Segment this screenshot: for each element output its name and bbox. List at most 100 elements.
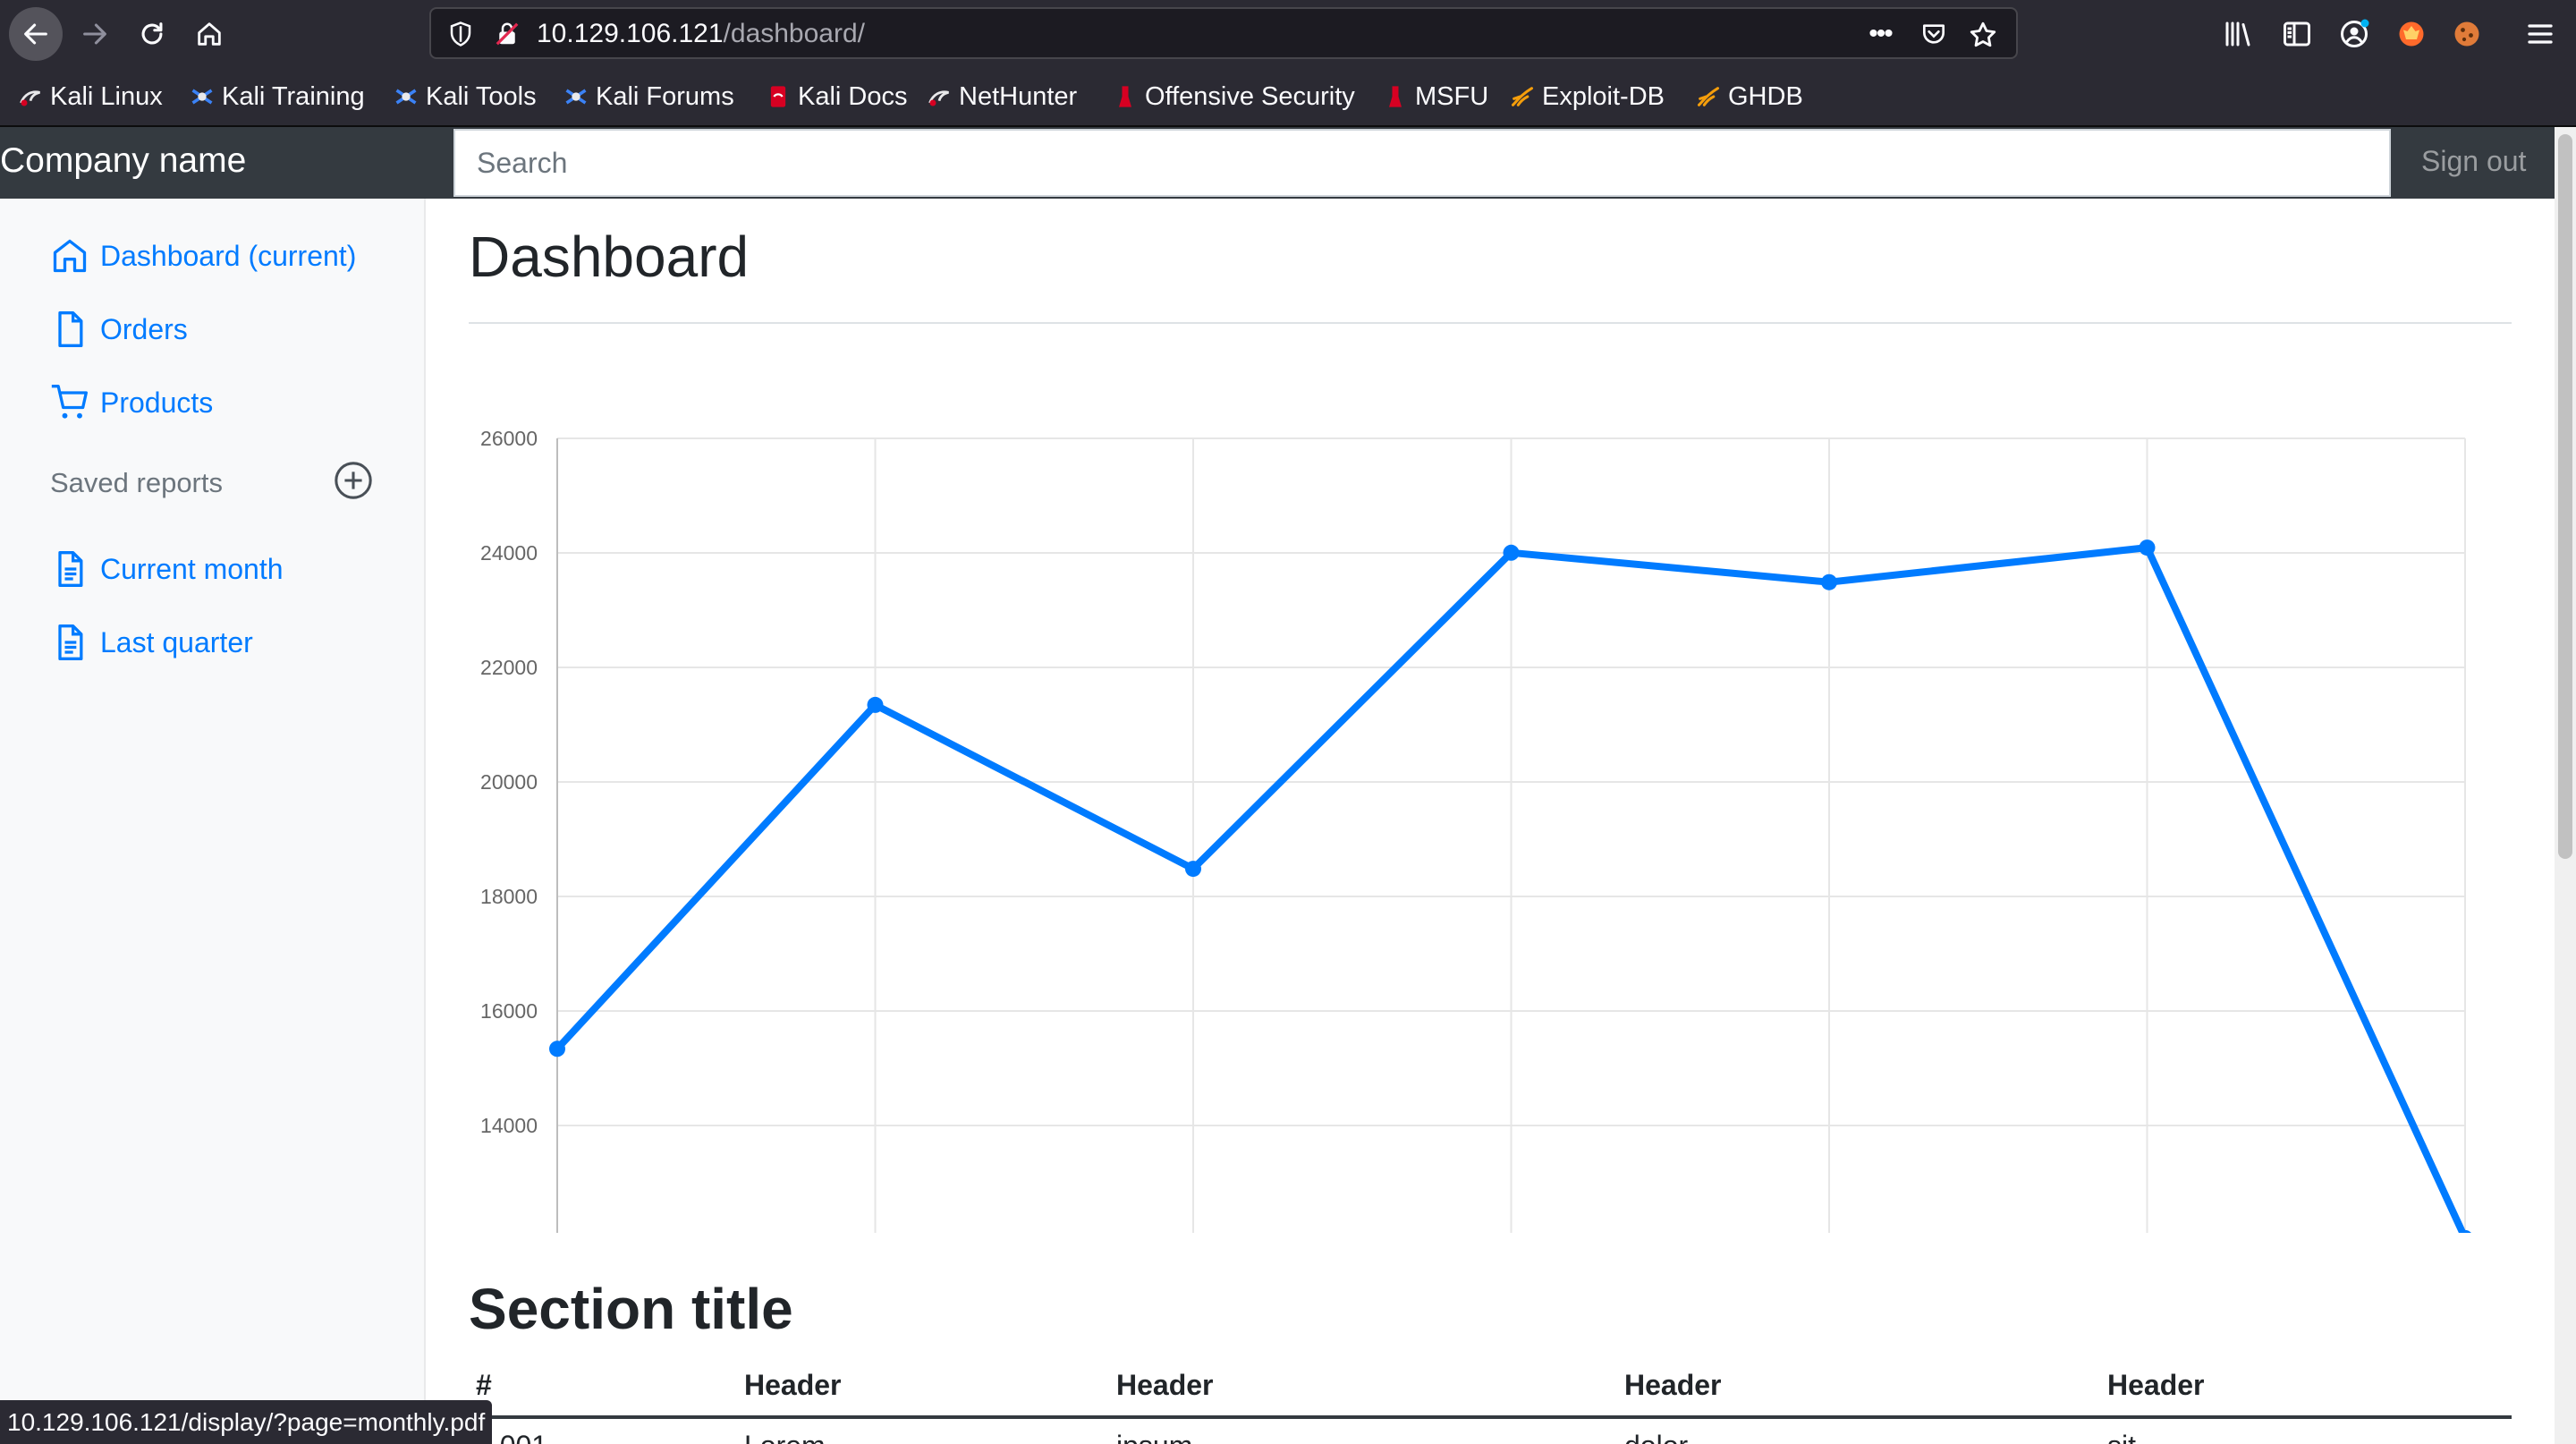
extension-cookie-icon[interactable] <box>2451 18 2483 50</box>
shopping-cart-icon <box>51 385 88 419</box>
data-point <box>1503 544 1520 561</box>
sidebar-item-label: Dashboard (current) <box>100 239 357 272</box>
browser-toolbar: 10.129.106.121/dashboard/ ••• <box>0 0 2576 68</box>
section-title: Section title <box>469 1277 793 1341</box>
line-chart: 12000 14000 16000 18000 20000 22000 24000 26000… <box>480 427 2471 1233</box>
bookmark-star-icon[interactable] <box>1968 20 1998 50</box>
bookmark-kali-linux[interactable]: Kali Linux <box>18 81 163 113</box>
page-scrollbar[interactable] <box>2555 127 2576 1444</box>
url-text[interactable]: 10.129.106.121/dashboard/ <box>537 19 865 49</box>
y-tick-label: 14000 <box>480 1114 538 1137</box>
report-last-quarter[interactable]: Last quarter <box>50 621 253 664</box>
link-status-tooltip: 10.129.106.121/display/?page=monthly.pdf <box>0 1400 493 1444</box>
reload-button[interactable] <box>125 7 179 61</box>
reload-icon <box>141 22 163 45</box>
y-tick-label: 12000 <box>480 1228 538 1233</box>
kali-docs-icon <box>770 86 786 107</box>
bookmark-nethunter[interactable]: NetHunter <box>927 81 1077 113</box>
plus-circle-icon[interactable] <box>333 460 374 501</box>
table-cell: Lorem <box>744 1430 826 1444</box>
bookmark-kali-training[interactable]: Kali Training <box>190 81 365 113</box>
arrow-left-icon <box>24 23 47 45</box>
url-bar[interactable]: 10.129.106.121/dashboard/ ••• <box>429 7 2018 59</box>
back-button[interactable] <box>9 7 63 61</box>
bookmark-offensive-security[interactable]: Offensive Security <box>1113 81 1355 113</box>
table-cell: dolor <box>1624 1430 1688 1444</box>
bookmark-label: Kali Forums <box>596 81 734 111</box>
page-title: Dashboard <box>469 225 750 289</box>
offsec-icon <box>1119 86 1131 107</box>
nethunter-icon <box>928 90 949 106</box>
report-current-month[interactable]: Current month <box>50 548 284 590</box>
kali-forums-icon <box>565 89 587 105</box>
sidebar-toggle-icon[interactable] <box>2281 18 2313 50</box>
sidebar-item-label: Products <box>100 386 214 419</box>
bookmarks-toolbar: Kali Linux Kali Training Kali Tools Kali… <box>0 68 2576 127</box>
bookmark-exploit-db[interactable]: Exploit-DB <box>1510 81 1665 113</box>
bookmark-label: Kali Tools <box>426 81 537 111</box>
arrow-right-icon <box>83 23 106 45</box>
home-button[interactable] <box>182 7 236 61</box>
title-divider <box>469 322 2512 324</box>
table-header: Header <box>1116 1369 1214 1401</box>
bookmark-kali-tools[interactable]: Kali Tools <box>394 81 537 113</box>
forward-button[interactable] <box>68 7 122 61</box>
kali-tools-icon <box>395 89 417 105</box>
pocket-icon[interactable] <box>1919 20 1948 48</box>
sidebar-item-orders[interactable]: Orders <box>50 308 188 351</box>
home-icon <box>198 22 221 46</box>
bookmark-label: Exploit-DB <box>1542 81 1665 111</box>
ghdb-icon <box>1697 87 1720 106</box>
y-tick-label: 24000 <box>480 541 538 565</box>
bookmark-label: Offensive Security <box>1145 81 1355 111</box>
web-page: Company name Sign out Dashboard (current… <box>0 127 2555 1444</box>
data-point <box>549 1041 565 1058</box>
sidebar-item-dashboard[interactable]: Dashboard (current) <box>50 234 356 277</box>
page-actions-menu-icon[interactable]: ••• <box>1864 20 1896 48</box>
home-icon <box>53 239 87 273</box>
data-point <box>867 696 884 713</box>
file-icon <box>58 311 83 347</box>
table-header-number: # <box>476 1369 492 1401</box>
sidebar-item-products[interactable]: Products <box>50 381 213 424</box>
bookmark-label: MSFU <box>1415 81 1489 111</box>
extension-fox-icon[interactable] <box>2395 18 2428 50</box>
report-label: Current month <box>100 552 284 585</box>
bookmark-kali-forums[interactable]: Kali Forums <box>564 81 734 113</box>
report-label: Last quarter <box>100 625 253 658</box>
kali-dragon-icon <box>20 90 40 106</box>
insecure-lock-icon[interactable] <box>494 21 521 47</box>
saved-reports-heading: Saved reports <box>50 467 223 498</box>
file-text-icon <box>58 624 83 660</box>
bookmark-kali-docs[interactable]: Kali Docs <box>766 81 908 113</box>
msfu-icon <box>1389 86 1402 107</box>
y-tick-label: 18000 <box>480 885 538 908</box>
account-icon[interactable] <box>2338 18 2370 50</box>
table-header: Header <box>2107 1369 2205 1401</box>
brand-link[interactable]: Company name <box>0 141 246 181</box>
table-cell: sit <box>2107 1430 2136 1444</box>
bookmark-label: Kali Docs <box>798 81 908 111</box>
sidebar-item-label: Orders <box>100 312 188 345</box>
sign-out-link[interactable]: Sign out <box>2421 145 2526 178</box>
url-path: /dashboard/ <box>723 19 865 48</box>
tracking-shield-icon[interactable] <box>447 21 474 47</box>
hamburger-menu-icon[interactable] <box>2524 18 2556 50</box>
y-tick-label: 22000 <box>480 656 538 679</box>
search-input[interactable] <box>453 129 2391 197</box>
bookmark-label: NetHunter <box>959 81 1078 111</box>
main-content: Dashboard 12000 14000 16000 18000 20000 22000… <box>426 199 2555 1444</box>
chart-y-axis: 12000 14000 16000 18000 20000 22000 24000 26000 <box>480 427 538 1233</box>
url-host: 10.129.106.121 <box>537 19 724 48</box>
file-text-icon <box>58 551 83 587</box>
bookmark-msfu[interactable]: MSFU <box>1383 81 1488 113</box>
table-header: Header <box>744 1369 842 1401</box>
table-header-divider <box>469 1415 2512 1419</box>
bookmark-ghdb[interactable]: GHDB <box>1696 81 1803 113</box>
bookmark-label: Kali Linux <box>50 81 163 111</box>
y-tick-label: 20000 <box>480 770 538 794</box>
scrollbar-thumb[interactable] <box>2558 134 2572 859</box>
data-point <box>1185 861 1201 878</box>
data-point <box>2139 539 2156 556</box>
library-icon[interactable] <box>2222 18 2254 50</box>
